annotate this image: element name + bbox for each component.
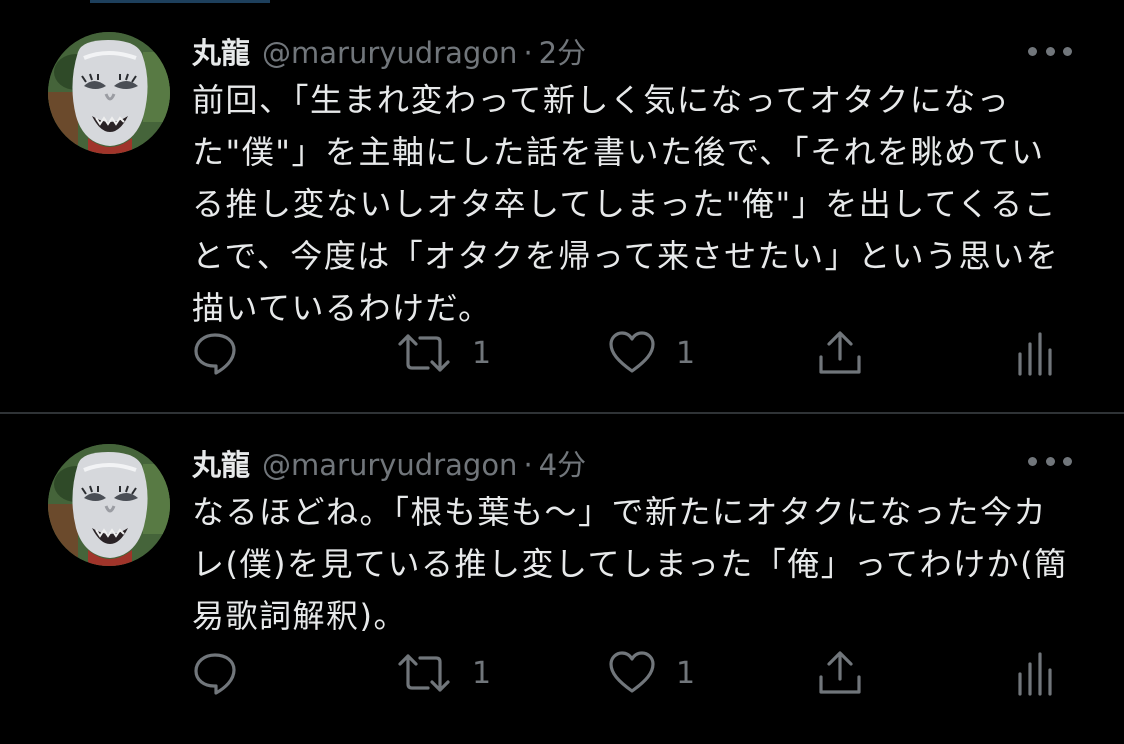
retweet-button[interactable]: 1	[396, 648, 491, 698]
more-dot	[1063, 456, 1072, 466]
avatar[interactable]	[48, 444, 170, 566]
tweet-text-line: 易歌詞解釈)。	[192, 597, 407, 635]
tweet-text-line: レ(僕)を見ている推し変してしまった「俺」ってわけか(簡	[192, 545, 1068, 583]
like-count: 1	[676, 335, 696, 371]
header-separator: ·	[523, 448, 533, 482]
more-dot	[1045, 456, 1055, 466]
display-name[interactable]: 丸龍	[192, 30, 250, 72]
reply-icon	[194, 333, 236, 375]
reply-button[interactable]	[192, 328, 258, 378]
analytics-icon	[1018, 332, 1052, 376]
tweet-text-line: とで、今度は「オタクを帰って来させたい」という思いを	[192, 237, 1060, 275]
analytics-button[interactable]	[1014, 328, 1054, 378]
tweet[interactable]: 丸龍 @maruryudragon · 2分 前回、「生まれ変わって新しく気にな…	[0, 0, 1124, 412]
share-icon	[819, 331, 861, 374]
tweet-text-line: た"僕"」を主軸にした話を書いた後で、「それを眺めてい	[192, 133, 1045, 171]
timestamp[interactable]: 2分	[539, 30, 586, 72]
avatar-mask-photo-icon	[48, 444, 170, 566]
tweet-text-line: る推し変ないしオタ卒してしまった"俺"」を出してくるこ	[192, 185, 1058, 223]
tweet-text-line: なるほどね。「根も葉も〜」で新たにオタクになった今カ	[192, 493, 1048, 531]
user-handle[interactable]: @maruryudragon	[262, 448, 517, 482]
retweet-icon	[398, 654, 450, 692]
user-handle[interactable]: @maruryudragon	[262, 36, 517, 70]
share-button[interactable]	[816, 648, 864, 698]
reply-icon	[194, 653, 236, 695]
more-icon[interactable]	[1028, 36, 1072, 66]
retweet-button[interactable]: 1	[396, 328, 491, 378]
retweet-count: 1	[472, 335, 492, 371]
tweet-text-line: 前回、「生まれ変わって新しく気になってオタクになっ	[192, 81, 1011, 119]
more-dot	[1028, 456, 1037, 466]
timeline: 丸龍 @maruryudragon · 2分 前回、「生まれ変わって新しく気にな…	[0, 0, 1124, 744]
tweet-text: 前回、「生まれ変わって新しく気になってオタクになっ た"僕"」を主軸にした話を書…	[192, 74, 1092, 334]
avatar-mask-photo-icon	[48, 32, 170, 154]
more-dot	[1063, 46, 1072, 56]
retweet-icon	[398, 334, 450, 372]
heart-icon	[609, 651, 655, 693]
analytics-button[interactable]	[1014, 648, 1054, 698]
more-dot	[1045, 46, 1055, 56]
heart-icon	[609, 331, 655, 373]
tweet[interactable]: 丸龍 @maruryudragon · 4分 なるほどね。「根も葉も〜」で新たに…	[0, 414, 1124, 744]
more-dot	[1028, 46, 1037, 56]
tweet-header: 丸龍 @maruryudragon · 2分	[192, 30, 586, 72]
retweet-count: 1	[472, 655, 492, 691]
analytics-icon	[1018, 652, 1052, 696]
like-count: 1	[676, 655, 696, 691]
share-button[interactable]	[816, 328, 864, 378]
tweet-header: 丸龍 @maruryudragon · 4分	[192, 442, 586, 484]
tweet-text-line: 描いているわけだ。	[192, 289, 492, 327]
tweet-text: なるほどね。「根も葉も〜」で新たにオタクになった今カ レ(僕)を見ている推し変し…	[192, 486, 1092, 642]
timestamp[interactable]: 4分	[539, 442, 586, 484]
tweet-actions: 1 1	[192, 328, 1072, 378]
display-name[interactable]: 丸龍	[192, 442, 250, 484]
tweet-actions: 1 1	[192, 648, 1072, 698]
avatar[interactable]	[48, 32, 170, 154]
like-button[interactable]: 1	[608, 328, 695, 378]
header-separator: ·	[523, 36, 533, 70]
like-button[interactable]: 1	[608, 648, 695, 698]
reply-button[interactable]	[192, 648, 258, 698]
share-icon	[819, 651, 861, 694]
more-icon[interactable]	[1028, 446, 1072, 476]
